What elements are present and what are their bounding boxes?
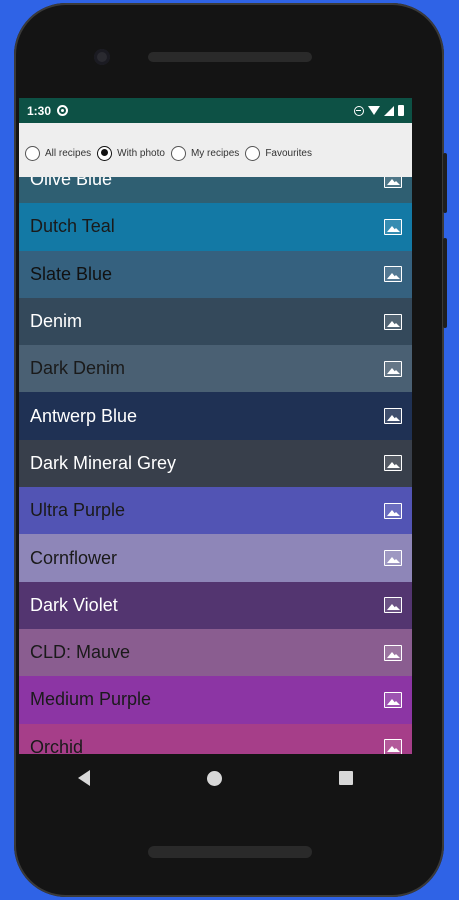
android-nav-bar <box>19 754 412 802</box>
filter-with-photo[interactable]: With photo <box>97 145 165 161</box>
color-list-item[interactable]: Dark Mineral Grey <box>19 439 412 488</box>
color-name: Dark Denim <box>30 358 126 379</box>
color-name: Ultra Purple <box>30 500 126 521</box>
filter-label: My recipes <box>190 147 240 159</box>
filter-favourites[interactable]: Favourites <box>245 145 312 161</box>
color-list-item[interactable]: Medium Purple <box>19 676 412 724</box>
filter-radio-group: All recipes With photo My recipes Favour… <box>19 123 412 177</box>
image-icon[interactable] <box>384 502 402 519</box>
sync-icon <box>57 105 69 116</box>
filter-my-recipes[interactable]: My recipes <box>170 145 240 161</box>
radio-my-recipes[interactable] <box>170 145 186 161</box>
color-list-item[interactable]: Olive Blue <box>19 177 412 204</box>
image-icon[interactable] <box>384 739 402 754</box>
image-icon[interactable] <box>384 177 402 188</box>
color-name: Cornflower <box>30 547 118 568</box>
color-name: Olive Blue <box>30 177 113 190</box>
color-list-item[interactable]: Orchid <box>19 723 412 754</box>
image-icon[interactable] <box>384 691 402 708</box>
image-icon[interactable] <box>384 266 402 283</box>
color-list-item[interactable]: Dark Denim <box>19 345 412 393</box>
color-name: Antwerp Blue <box>30 405 138 426</box>
image-icon[interactable] <box>384 313 402 330</box>
image-icon[interactable] <box>384 597 402 614</box>
home-icon[interactable] <box>206 770 222 786</box>
image-icon[interactable] <box>384 550 402 567</box>
color-list-item[interactable]: Ultra Purple <box>19 487 412 535</box>
color-list-item[interactable]: Antwerp Blue <box>19 392 412 440</box>
color-list-item[interactable]: Cornflower <box>19 534 412 582</box>
filter-label: Favourites <box>265 147 312 159</box>
status-time: 1:30 <box>27 103 52 118</box>
color-name: Dark Violet <box>30 594 118 615</box>
image-icon[interactable] <box>384 360 402 377</box>
color-list-item[interactable]: Dark Violet <box>19 581 412 629</box>
color-list-item[interactable]: CLD: Mauve <box>19 628 412 677</box>
color-name: Dutch Teal <box>30 216 115 237</box>
wifi-icon <box>368 106 380 115</box>
color-name: Slate Blue <box>30 263 113 284</box>
color-name: Medium Purple <box>30 689 152 710</box>
filter-label: With photo <box>117 147 165 159</box>
image-icon[interactable] <box>384 218 402 235</box>
color-list-item[interactable]: Slate Blue <box>19 250 412 298</box>
recents-icon[interactable] <box>339 771 354 785</box>
earpiece-speaker <box>148 52 312 62</box>
status-icons <box>354 105 404 116</box>
color-name: Dark Mineral Grey <box>30 452 177 473</box>
volume-button <box>443 238 447 328</box>
back-icon[interactable] <box>77 770 90 786</box>
bottom-speaker <box>148 846 312 858</box>
image-icon[interactable] <box>384 455 402 472</box>
image-icon[interactable] <box>384 408 402 425</box>
radio-with-photo[interactable] <box>97 145 113 161</box>
radio-favourites[interactable] <box>245 145 261 161</box>
do-not-disturb-icon <box>354 105 364 116</box>
radio-all-recipes[interactable] <box>25 145 40 161</box>
power-button <box>443 153 447 213</box>
filter-label: All recipes <box>45 147 92 159</box>
color-name: Orchid <box>30 736 84 754</box>
color-list-item[interactable]: Denim <box>19 297 412 346</box>
battery-icon <box>398 105 404 116</box>
color-name: Denim <box>30 311 83 332</box>
front-camera <box>94 49 110 65</box>
color-name: CLD: Mauve <box>30 642 131 663</box>
signal-icon <box>384 105 394 116</box>
image-icon[interactable] <box>384 644 402 661</box>
color-list-item[interactable]: Dutch Teal <box>19 203 412 251</box>
color-list[interactable]: Olive Blue Dutch Teal Slate Blue Denim Dark … <box>19 177 412 754</box>
filter-all-recipes[interactable]: All recipes <box>25 145 92 161</box>
app-screen: 1:30 All recipes With photo My recipes F… <box>19 98 412 754</box>
status-bar: 1:30 <box>19 98 412 123</box>
